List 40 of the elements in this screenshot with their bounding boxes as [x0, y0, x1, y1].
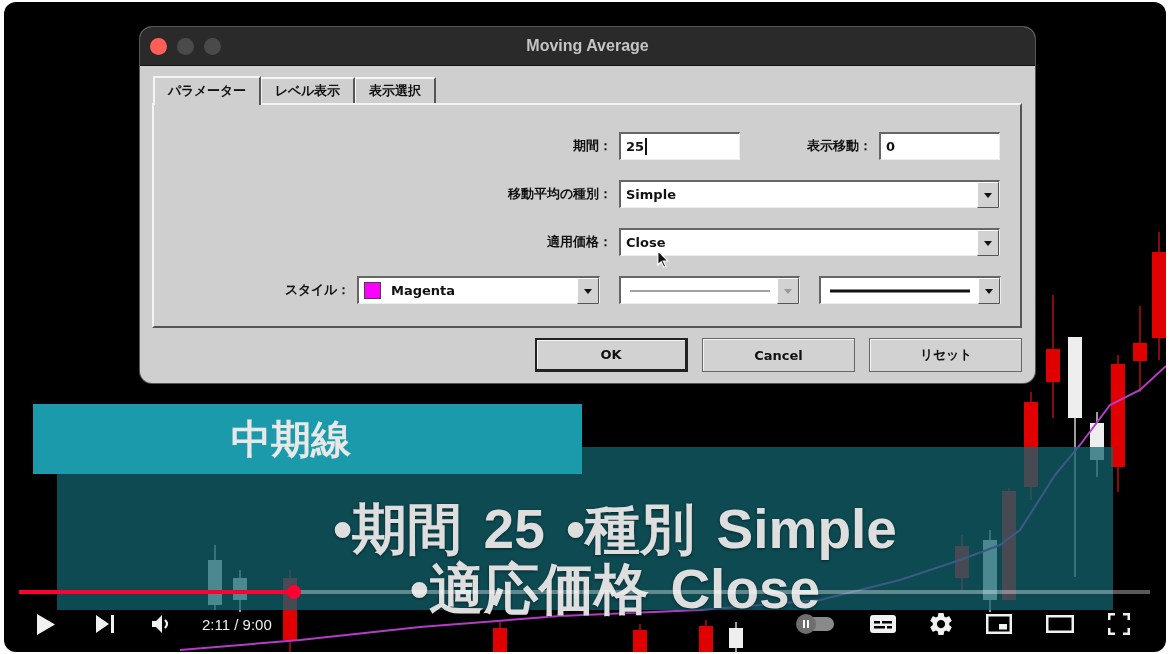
mouse-pointer-icon	[657, 250, 669, 268]
fullscreen-icon[interactable]	[1108, 613, 1130, 635]
dropdown-field[interactable]: Simple	[619, 180, 1000, 208]
color-dropdown[interactable]: Magenta	[357, 276, 600, 304]
settings-icon[interactable]	[930, 613, 952, 635]
time-display: 2:11 / 9:00	[202, 615, 272, 633]
candle	[729, 621, 743, 652]
dialog-button[interactable]: OK	[535, 338, 688, 372]
subtitles-icon[interactable]	[870, 615, 896, 633]
candle	[493, 621, 507, 652]
dropdown-arrow-icon[interactable]	[977, 181, 999, 208]
next-icon[interactable]	[96, 615, 114, 633]
caption-heading: 中期線	[231, 416, 351, 462]
tab[interactable]: 表示選択	[355, 77, 436, 103]
play-icon[interactable]	[37, 613, 55, 635]
field-label: 移動平均の種別：	[507, 185, 612, 203]
field-label: 表示移動：	[806, 137, 872, 155]
dialog-button[interactable]: Cancel	[702, 338, 855, 372]
window-title: Moving Average	[526, 37, 649, 55]
tab[interactable]: レベル表示	[261, 77, 355, 103]
dropdown-arrow-icon[interactable]	[977, 229, 999, 256]
dialog-button[interactable]: リセット	[869, 338, 1022, 372]
theater-mode-icon[interactable]	[1046, 615, 1074, 633]
dropdown-arrow-icon[interactable]	[978, 277, 1000, 304]
dropdown-field[interactable]: Close	[619, 228, 1000, 256]
field-label: 期間：	[572, 137, 612, 155]
caption-line: •適応価格 Close	[409, 559, 821, 619]
miniplayer-icon[interactable]	[986, 614, 1012, 634]
input-field[interactable]: 25	[619, 132, 740, 160]
close-icon[interactable]	[150, 37, 167, 55]
field-label: スタイル：	[284, 281, 350, 299]
autoplay-toggle[interactable]	[796, 614, 836, 634]
candle	[633, 623, 647, 652]
candle	[699, 619, 713, 652]
dropdown-arrow-icon[interactable]	[577, 277, 599, 304]
field-label: 適用価格：	[546, 233, 612, 251]
line-style-dropdown[interactable]	[819, 276, 1001, 304]
input-field[interactable]: 0	[879, 132, 1000, 160]
caption-line: •期間 25 •種別 Simple	[333, 499, 897, 559]
tab[interactable]: パラメーター	[153, 76, 261, 105]
